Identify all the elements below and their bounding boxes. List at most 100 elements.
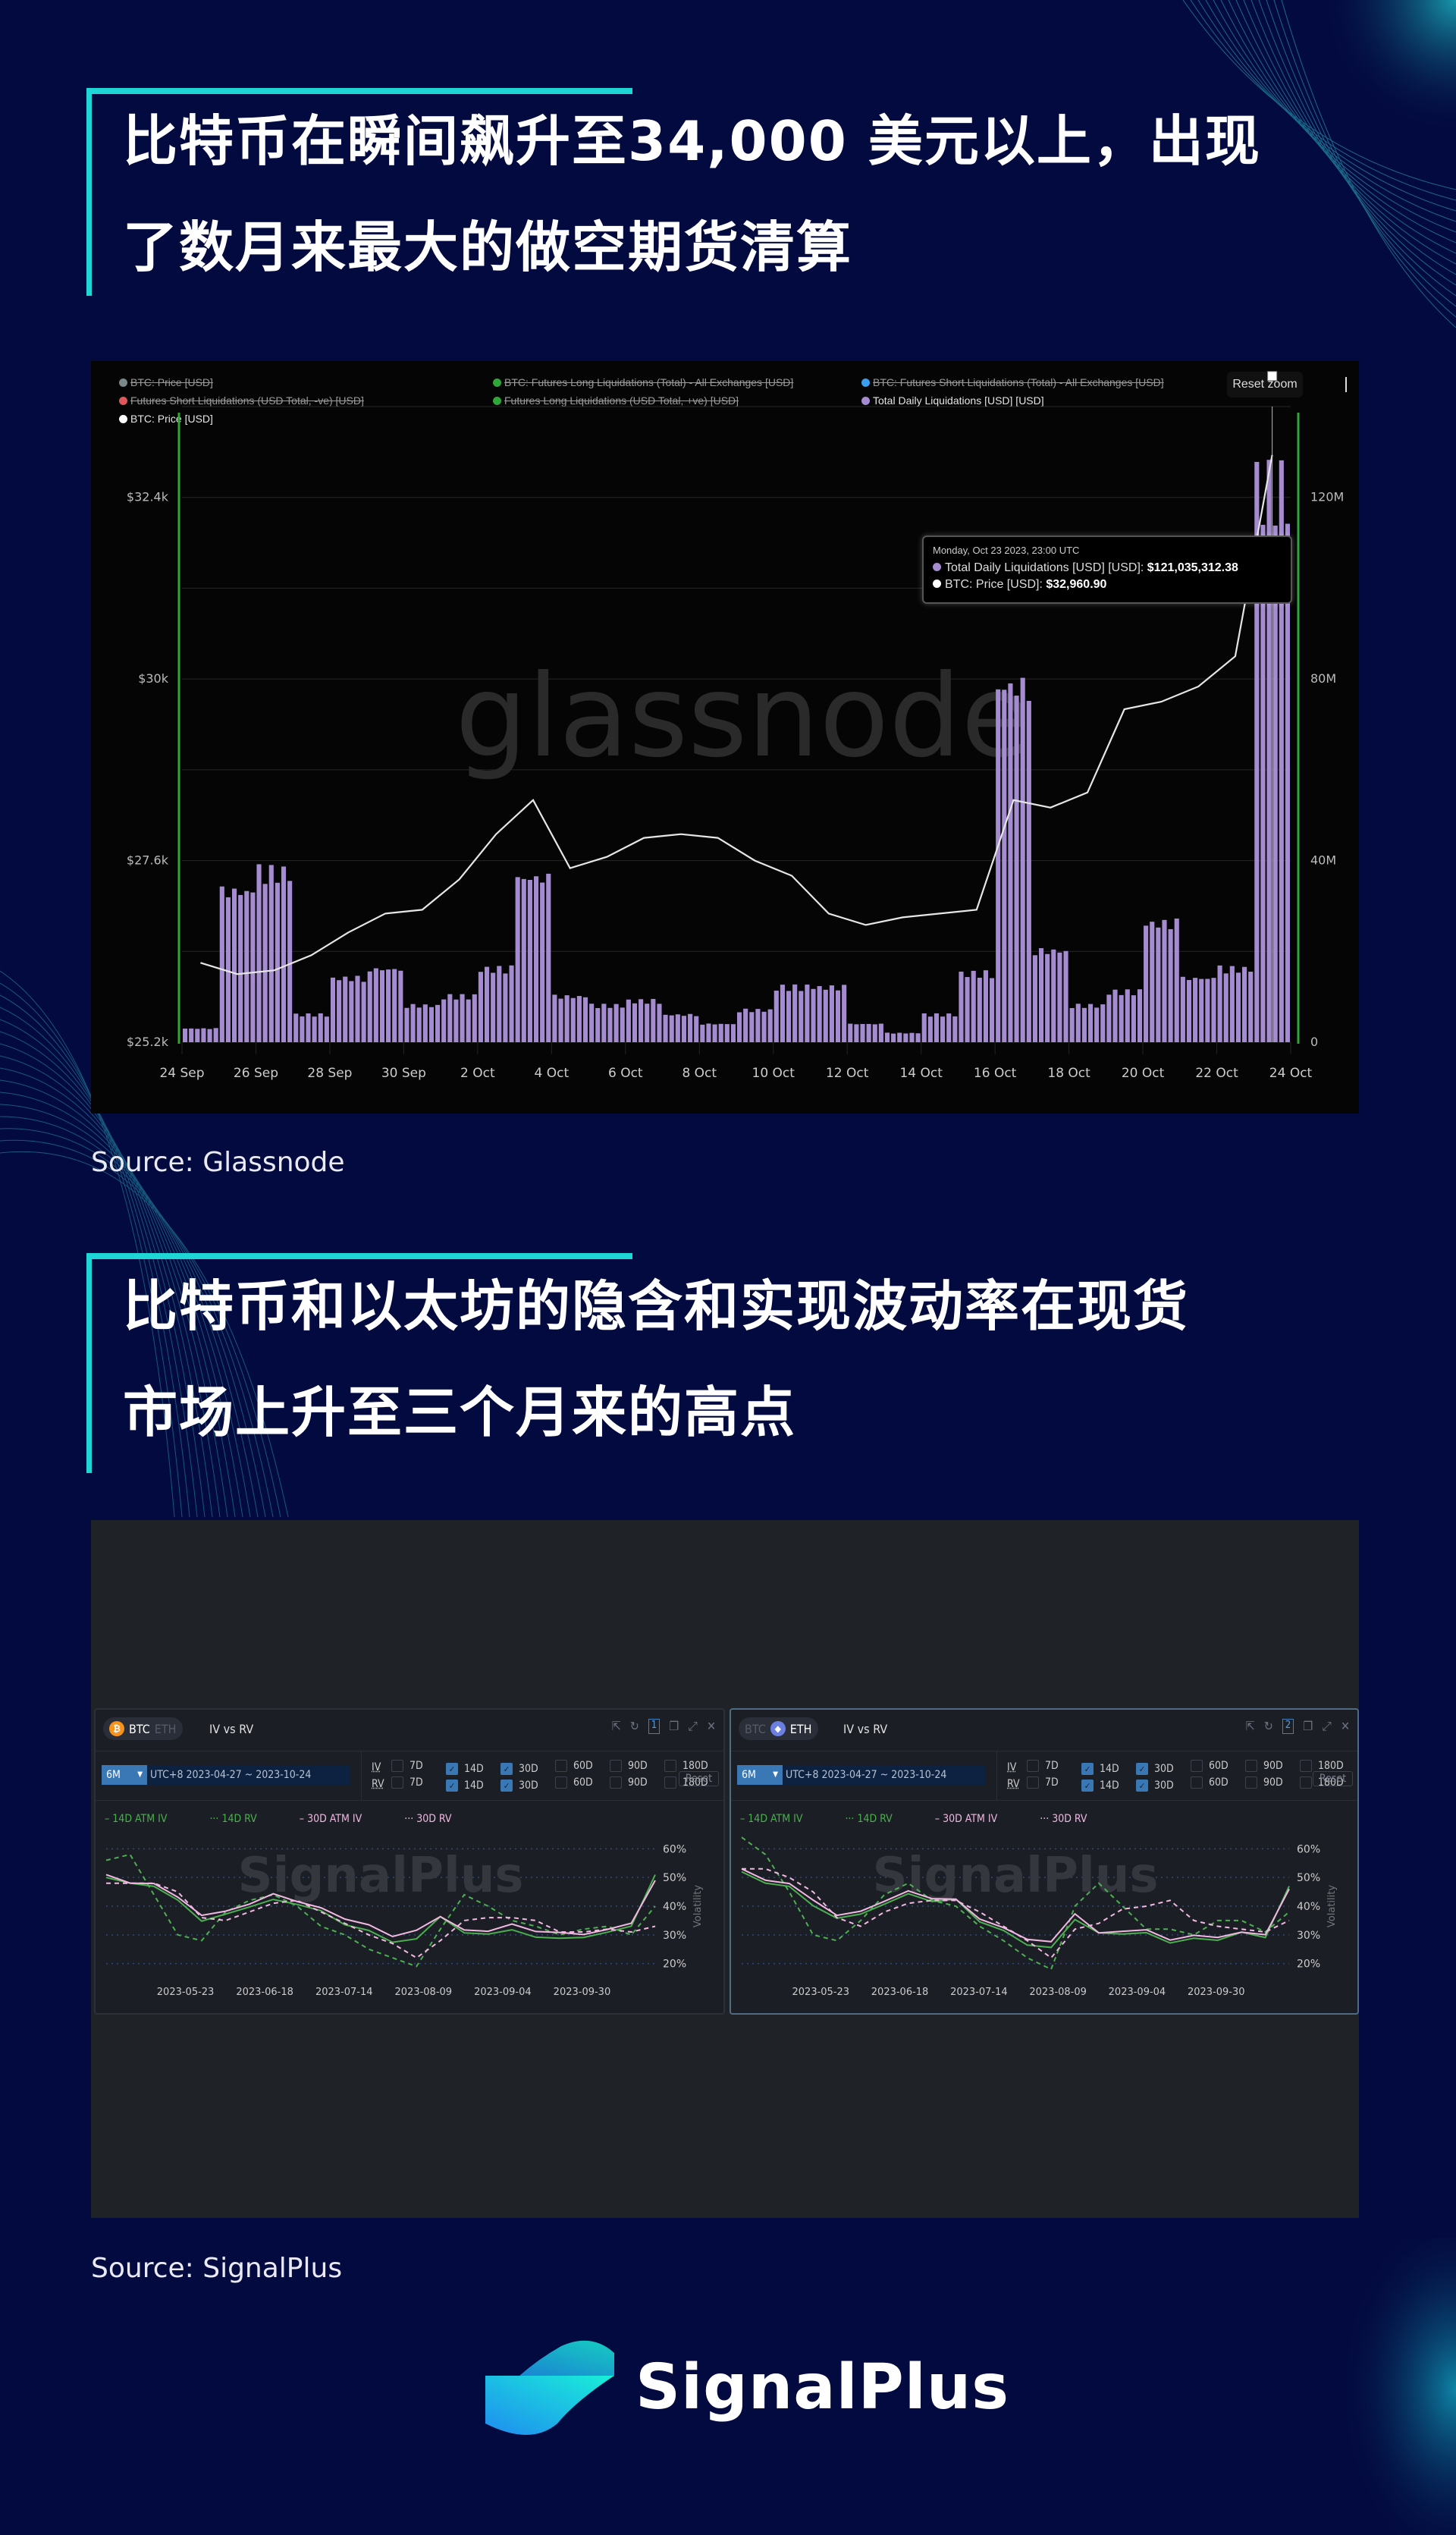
refresh-icon[interactable]: ↻ (1264, 1719, 1273, 1734)
legend-30d-rv[interactable]: ··· 30D RV (404, 1813, 471, 1825)
checkbox-box[interactable] (391, 1759, 403, 1772)
checkbox-iv-30d[interactable]: ✓ 30D (1136, 1763, 1180, 1776)
coin-option-eth[interactable]: ETH (155, 1722, 177, 1736)
checkbox-iv-30d[interactable]: ✓ 30D (500, 1763, 544, 1776)
checkbox-box[interactable] (1191, 1776, 1203, 1789)
reset-button[interactable]: Reset (1312, 1771, 1353, 1786)
liquidation-bar (576, 996, 582, 1042)
liquidation-bar (1014, 696, 1019, 1042)
panel-number-badge[interactable]: 2 (1282, 1719, 1294, 1734)
legend-30d-atm-iv[interactable]: – 30D ATM IV (935, 1813, 1017, 1825)
checkbox-rv-7d[interactable]: 7D (391, 1776, 435, 1789)
checkbox-box[interactable]: ✓ (446, 1763, 458, 1776)
checkbox-box[interactable] (1300, 1776, 1312, 1789)
liquidation-bar (996, 689, 1001, 1042)
checkbox-rv-30d[interactable]: ✓ 30D (1136, 1780, 1180, 1792)
legend-14d-atm-iv[interactable]: – 14D ATM IV (740, 1813, 822, 1825)
checkbox-box[interactable] (391, 1776, 403, 1789)
checkbox-rv-14d[interactable]: ✓ 14D (446, 1780, 490, 1792)
checkbox-box[interactable] (1027, 1759, 1039, 1772)
checkbox-box[interactable] (610, 1759, 622, 1772)
checkbox-box[interactable]: ✓ (1081, 1763, 1094, 1776)
checkbox-box[interactable]: ✓ (446, 1780, 458, 1792)
legend-30d-atm-iv[interactable]: – 30D ATM IV (300, 1813, 381, 1825)
panel-toolbar: ⇱ ↻ 2 ❐ ⤢ ✕ (1246, 1719, 1350, 1734)
panel-number-badge[interactable]: 1 (648, 1719, 661, 1734)
checkbox-iv-60d[interactable]: 60D (555, 1759, 599, 1772)
checkbox-box[interactable]: ✓ (500, 1763, 513, 1776)
duplicate-icon[interactable]: ❐ (1303, 1719, 1313, 1734)
checkbox-rv-30d[interactable]: ✓ 30D (500, 1780, 544, 1792)
checkbox-box[interactable] (664, 1759, 676, 1772)
coin-option-btc[interactable]: BTC (745, 1722, 766, 1736)
liquidation-bar (927, 1016, 933, 1042)
checkbox-box[interactable] (1191, 1759, 1203, 1772)
checkbox-iv-180d[interactable]: 180D (1300, 1759, 1344, 1772)
checkbox-iv-90d[interactable]: 90D (1245, 1759, 1289, 1772)
close-icon[interactable]: ✕ (707, 1719, 716, 1734)
checkbox-box[interactable] (664, 1776, 676, 1789)
period-select[interactable]: 6M ▼ (737, 1765, 783, 1785)
liquidation-bar (306, 1013, 311, 1042)
bitcoin-icon: ₿ (109, 1721, 124, 1736)
coin-toggle[interactable]: BTC ◆ ETH (739, 1717, 818, 1740)
close-icon[interactable]: ✕ (1341, 1719, 1350, 1734)
coin-option-eth[interactable]: ETH (790, 1722, 812, 1736)
export-icon[interactable]: ⇱ (1246, 1719, 1255, 1734)
liquidation-bar (540, 882, 545, 1042)
checkbox-box[interactable] (1245, 1759, 1257, 1772)
period-select[interactable]: 6M ▼ (102, 1765, 147, 1785)
legend-14d-rv[interactable]: ··· 14D RV (209, 1813, 276, 1825)
checkbox-rv-7d[interactable]: 7D (1027, 1776, 1071, 1789)
liquidation-bar (552, 994, 557, 1042)
checkbox-rv-90d[interactable]: 90D (610, 1776, 654, 1789)
checkbox-iv-14d[interactable]: ✓ 14D (1081, 1763, 1125, 1776)
legend-14d-rv[interactable]: ··· 14D RV (845, 1813, 912, 1825)
liquidation-bar (946, 1013, 952, 1042)
iv-label: IV (1007, 1761, 1017, 1773)
liquidation-bar (718, 1023, 723, 1042)
date-range-picker[interactable]: UTC+8 2023-04-27 ~ 2023-10-24 (783, 1765, 986, 1785)
liquidation-bar (589, 1004, 595, 1042)
checkbox-box[interactable]: ✓ (500, 1780, 513, 1792)
coin-toggle[interactable]: ₿ BTC ETH (103, 1717, 183, 1740)
liquidation-bar (1229, 966, 1235, 1042)
checkbox-box[interactable]: ✓ (1136, 1763, 1148, 1776)
checkbox-rv-60d[interactable]: 60D (555, 1776, 599, 1789)
duplicate-icon[interactable]: ❐ (669, 1719, 679, 1734)
liquidation-bar (786, 991, 792, 1042)
liquidation-bar (1038, 948, 1044, 1042)
checkbox-box[interactable] (610, 1776, 622, 1789)
checkbox-iv-90d[interactable]: 90D (610, 1759, 654, 1772)
expand-icon[interactable]: ⤢ (688, 1719, 698, 1734)
liquidation-bar (749, 1012, 755, 1042)
checkbox-iv-180d[interactable]: 180D (664, 1759, 708, 1772)
checkbox-box[interactable] (1300, 1759, 1312, 1772)
checkbox-box[interactable] (1027, 1776, 1039, 1789)
checkbox-rv-14d[interactable]: ✓ 14D (1081, 1780, 1125, 1792)
legend-30d-rv[interactable]: ··· 30D RV (1040, 1813, 1106, 1825)
series-legend: – 14D ATM IV ··· 14D RV – 30D ATM IV ···… (105, 1813, 491, 1825)
checkbox-box[interactable]: ✓ (1136, 1780, 1148, 1792)
liquidation-bar (681, 1016, 687, 1042)
liquidation-bar (441, 999, 447, 1042)
coin-option-btc[interactable]: BTC (129, 1722, 150, 1736)
liquidation-bar (1069, 1007, 1075, 1042)
checkbox-iv-60d[interactable]: 60D (1191, 1759, 1235, 1772)
checkbox-box[interactable] (555, 1776, 567, 1789)
checkbox-box[interactable]: ✓ (1081, 1780, 1094, 1792)
checkbox-iv-7d[interactable]: 7D (1027, 1759, 1071, 1772)
legend-14d-atm-iv[interactable]: – 14D ATM IV (105, 1813, 187, 1825)
checkbox-box[interactable] (555, 1759, 567, 1772)
checkbox-box[interactable] (1245, 1776, 1257, 1789)
reset-button[interactable]: Reset (678, 1771, 719, 1786)
checkbox-iv-14d[interactable]: ✓ 14D (446, 1763, 490, 1776)
date-range-picker[interactable]: UTC+8 2023-04-27 ~ 2023-10-24 (147, 1765, 350, 1785)
checkbox-rv-60d[interactable]: 60D (1191, 1776, 1235, 1789)
checkbox-rv-90d[interactable]: 90D (1245, 1776, 1289, 1789)
checkbox-iv-7d[interactable]: 7D (391, 1759, 435, 1772)
expand-icon[interactable]: ⤢ (1322, 1719, 1332, 1734)
export-icon[interactable]: ⇱ (612, 1719, 621, 1734)
x-tick-label: 12 Oct (826, 1066, 869, 1081)
refresh-icon[interactable]: ↻ (630, 1719, 639, 1734)
